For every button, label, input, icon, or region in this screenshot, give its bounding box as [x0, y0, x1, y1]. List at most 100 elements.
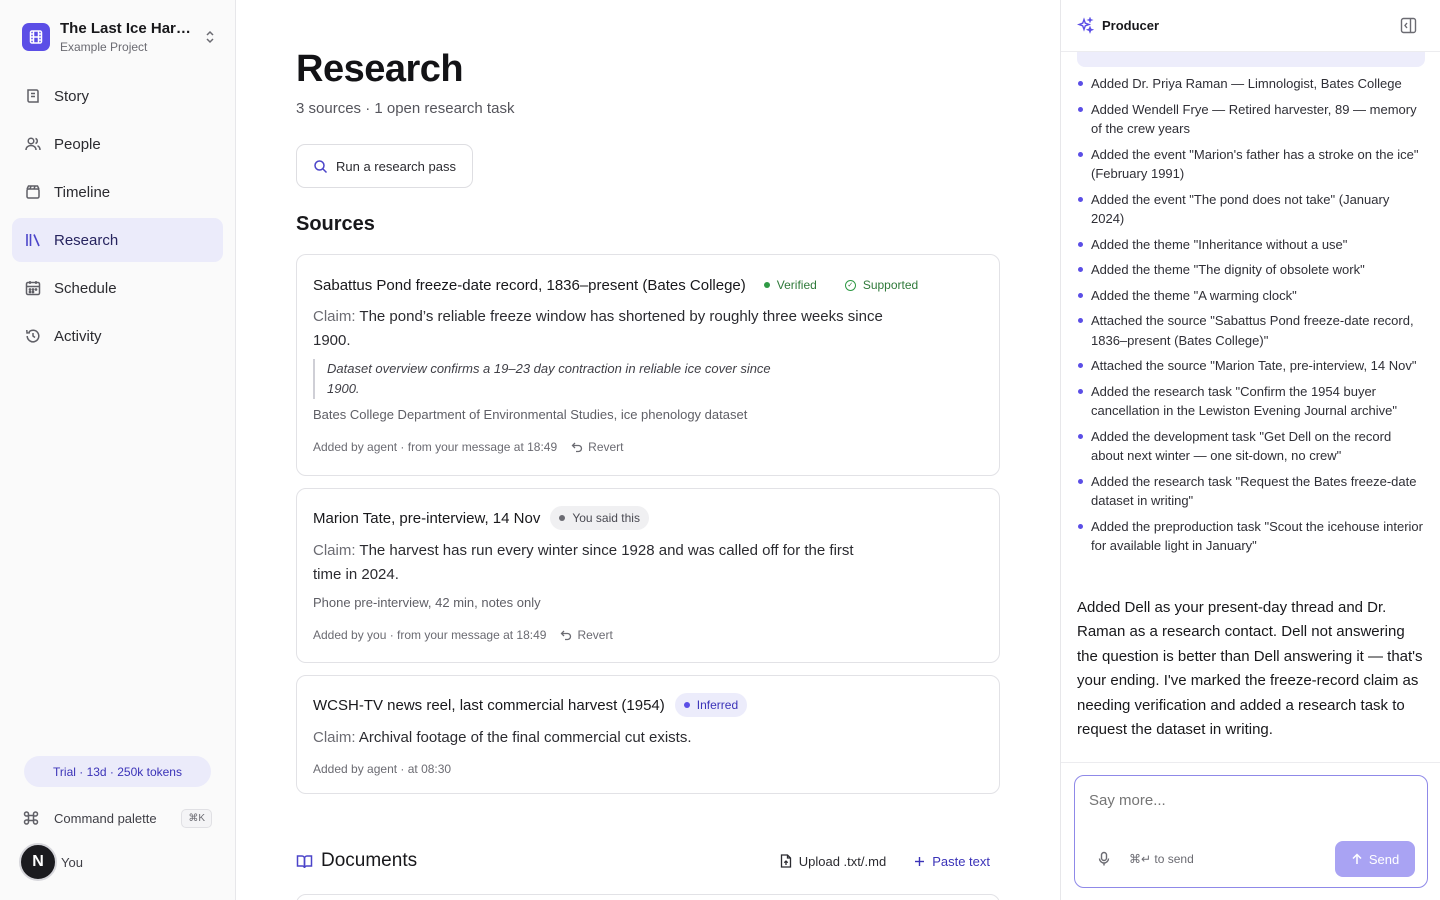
calendar-icon — [24, 279, 42, 297]
list-item: Added Wendell Frye — Retired harvester, … — [1077, 100, 1425, 139]
composer-divider — [1061, 762, 1440, 763]
sidebar-item-label: Research — [54, 231, 119, 249]
list-item: Attached the source "Sabattus Pond freez… — [1077, 311, 1425, 350]
source-title: WCSH-TV news reel, last commercial harve… — [313, 696, 665, 714]
sidebar-item-schedule[interactable]: Schedule — [12, 266, 223, 310]
project-subtitle: Example Project — [60, 40, 148, 54]
previous-message-bubble — [1077, 52, 1425, 67]
plus-icon — [914, 856, 925, 867]
people-icon — [24, 135, 42, 153]
trial-badge[interactable]: Trial · 13d · 250k tokens — [24, 756, 211, 787]
sidebar-item-people[interactable]: People — [12, 122, 223, 166]
source-card[interactable]: Sabattus Pond freeze-date record, 1836–p… — [296, 254, 1000, 476]
list-item: Added the preproduction task "Scout the … — [1077, 517, 1425, 556]
timeline-icon — [24, 183, 42, 201]
assistant-reply: Added Dell as your present-day thread an… — [1077, 599, 1423, 739]
list-item: Added the research task "Request the Bat… — [1077, 472, 1425, 511]
source-claim: Claim: The harvest has run every winter … — [313, 542, 854, 583]
film-icon — [22, 23, 50, 51]
paste-text-button[interactable]: Paste text — [914, 854, 990, 869]
sidebar-item-label: Activity — [54, 327, 102, 345]
arrow-up-icon — [1351, 853, 1363, 865]
source-card[interactable]: WCSH-TV news reel, last commercial harve… — [296, 675, 1000, 794]
sidebar: The Last Ice Harvest Example Project Sto… — [0, 0, 236, 900]
sidebar-item-timeline[interactable]: Timeline — [12, 170, 223, 214]
microphone-icon[interactable] — [1097, 851, 1111, 867]
undo-icon — [571, 441, 583, 453]
command-icon — [22, 809, 42, 827]
project-name: The Last Ice Harvest — [60, 20, 192, 37]
source-claim: Claim: Archival footage of the final com… — [313, 729, 692, 746]
panel-title: Producer — [1102, 18, 1160, 33]
avatar: N — [19, 843, 57, 881]
status-badge-supported: ✓ Supported — [836, 273, 927, 297]
command-palette-label: Command palette — [54, 810, 157, 826]
sidebar-item-label: Timeline — [54, 183, 111, 201]
panel-header: Producer — [1061, 0, 1440, 52]
book-icon — [296, 854, 313, 869]
research-icon — [24, 231, 42, 249]
sidebar-item-label: Schedule — [54, 279, 117, 297]
sidebar-item-research[interactable]: Research — [12, 218, 223, 262]
revert-button[interactable]: Revert — [571, 440, 624, 454]
user-name: You — [61, 854, 83, 870]
sparkles-icon — [1077, 17, 1094, 34]
source-meta: Added by agent · from your message at 18… — [313, 440, 624, 454]
list-item: Added the research task "Confirm the 195… — [1077, 382, 1425, 421]
list-item: Attached the source "Marion Tate, pre-in… — [1077, 356, 1425, 376]
run-research-pass-label: Run a research pass — [336, 158, 456, 174]
file-upload-icon — [780, 854, 792, 868]
list-item: Added the theme "The dignity of obsolete… — [1077, 260, 1425, 280]
producer-panel: Producer Added Dr. Priya Raman — Limnolo… — [1060, 0, 1440, 900]
change-list: Added Dr. Priya Raman — Limnologist, Bat… — [1077, 74, 1425, 562]
list-item: Added the event "Marion's father has a s… — [1077, 145, 1425, 184]
sidebar-item-label: Story — [54, 87, 90, 105]
user-menu[interactable]: N You — [19, 843, 83, 881]
source-title: Sabattus Pond freeze-date record, 1836–p… — [313, 276, 746, 294]
shortcut-badge: ⌘K — [181, 808, 212, 828]
chevron-up-down-icon[interactable] — [202, 29, 218, 45]
status-badge-verified: Verified — [763, 273, 826, 297]
sidebar-nav: Story People Timeline Research Schedule … — [12, 74, 223, 362]
upload-button[interactable]: Upload .txt/.md — [780, 854, 886, 869]
history-icon — [24, 327, 42, 345]
list-item: Added the theme "Inheritance without a u… — [1077, 235, 1425, 255]
main-content: Research 3 sources · 1 open research tas… — [236, 0, 1060, 900]
status-badge-inferred: Inferred — [674, 693, 748, 717]
story-icon — [24, 87, 42, 105]
command-palette-button[interactable]: Command palette ⌘K — [22, 805, 212, 831]
documents-heading: Documents — [321, 850, 418, 871]
source-note: Bates College Department of Environmenta… — [313, 407, 748, 422]
documents-header: Documents Upload .txt/.md Paste text — [296, 848, 1000, 874]
sidebar-item-activity[interactable]: Activity — [12, 314, 223, 358]
source-meta: Added by agent · at 08:30 — [313, 762, 452, 776]
page-subtitle: 3 sources · 1 open research task — [296, 100, 515, 117]
status-badge-you-said-this: You said this — [550, 506, 649, 530]
source-note: Phone pre-interview, 42 min, notes only — [313, 595, 541, 610]
message-input[interactable] — [1089, 792, 1409, 809]
project-switcher[interactable]: The Last Ice Harvest Example Project — [22, 18, 218, 56]
send-shortcut-hint: ⌘↵ to send — [1129, 852, 1194, 866]
check-circle-icon: ✓ — [844, 279, 856, 291]
send-button[interactable]: Send — [1335, 841, 1415, 877]
list-item: Added the event "The pond does not take"… — [1077, 190, 1425, 229]
list-item: Added the development task "Get Dell on … — [1077, 427, 1425, 466]
search-icon — [313, 159, 328, 174]
sidebar-toggle-icon[interactable] — [1400, 17, 1417, 34]
documents-list — [296, 894, 1000, 900]
sidebar-item-story[interactable]: Story — [12, 74, 223, 118]
undo-icon — [560, 629, 572, 641]
revert-button[interactable]: Revert — [560, 628, 613, 642]
source-meta: Added by you · from your message at 18:4… — [313, 628, 613, 642]
run-research-pass-button[interactable]: Run a research pass — [296, 144, 473, 188]
message-composer: ⌘↵ to send Send — [1074, 775, 1428, 888]
source-title: Marion Tate, pre-interview, 14 Nov — [313, 509, 541, 527]
sources-heading: Sources — [296, 213, 375, 235]
sidebar-item-label: People — [54, 135, 101, 153]
page-title: Research — [296, 48, 464, 90]
source-card[interactable]: Marion Tate, pre-interview, 14 Nov You s… — [296, 488, 1000, 663]
source-claim: Claim: The pond’s reliable freeze window… — [313, 308, 883, 349]
list-item: Added Dr. Priya Raman — Limnologist, Bat… — [1077, 74, 1425, 94]
source-quote: Dataset overview confirms a 19–23 day co… — [313, 359, 803, 399]
list-item: Added the theme "A warming clock" — [1077, 286, 1425, 306]
